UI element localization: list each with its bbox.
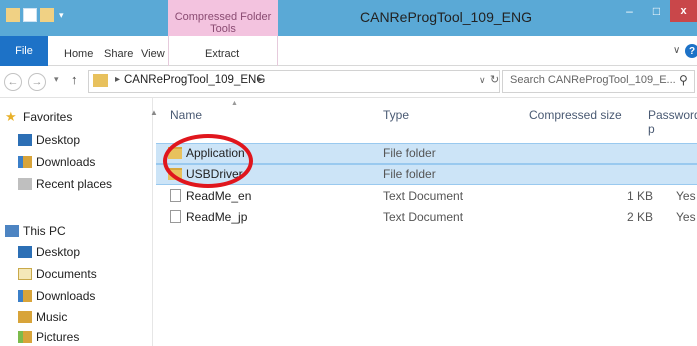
file-name[interactable]: ReadMe_jp [186, 210, 247, 224]
search-input[interactable]: Search CANReProgTool_109_E... [510, 74, 676, 86]
text-document-icon [170, 189, 181, 202]
tab-home[interactable]: Home [64, 48, 93, 60]
maximize-button[interactable]: □ [643, 0, 670, 22]
column-header-password[interactable]: Password p [648, 108, 697, 136]
recent-locations-icon[interactable]: ▾ [54, 74, 59, 85]
minimize-button[interactable]: – [616, 0, 643, 22]
sidebar-item-label: Documents [36, 267, 97, 281]
title-bar [0, 0, 697, 36]
file-password-flag: Yes [676, 210, 696, 224]
text-document-icon [170, 210, 181, 223]
desktop-icon [18, 134, 32, 146]
contextual-tab-group-label: Compressed Folder Tools [174, 11, 272, 35]
computer-icon [5, 225, 19, 237]
file-type: Text Document [383, 210, 464, 224]
scroll-up-icon[interactable]: ▲ [150, 108, 158, 117]
file-type: Text Document [383, 189, 464, 203]
breadcrumb-separator-icon[interactable]: ▸ [258, 74, 263, 85]
up-button[interactable]: ↑ [71, 72, 78, 87]
annotation-circle [163, 134, 253, 188]
downloads-icon [18, 156, 32, 168]
file-name[interactable]: ReadMe_en [186, 189, 251, 203]
tab-extract[interactable]: Extract [205, 48, 239, 60]
folder-icon [93, 74, 108, 87]
column-header-type[interactable]: Type [383, 108, 409, 122]
sidebar-item-label: Music [36, 310, 68, 324]
sidebar-item-pictures[interactable]: Pictures [18, 330, 79, 344]
column-header-name[interactable]: Name [170, 108, 202, 122]
sidebar-item-label: Favorites [23, 110, 73, 124]
file-type: File folder [383, 146, 436, 160]
tab-view[interactable]: View [141, 48, 165, 60]
sidebar-favorites[interactable]: ★ Favorites [5, 110, 72, 124]
file-size: 2 KB [626, 210, 653, 224]
sidebar-item-label: This PC [23, 224, 66, 238]
star-icon: ★ [5, 109, 17, 124]
expand-ribbon-icon[interactable]: ∨ [673, 45, 680, 56]
customize-toolbar-icon[interactable]: ▾ [59, 10, 64, 21]
downloads-icon [18, 290, 32, 302]
sidebar-item-desktop[interactable]: Desktop [18, 133, 80, 147]
sidebar-item-label: Downloads [36, 289, 96, 303]
sidebar-item-documents[interactable]: Documents [18, 267, 97, 281]
sidebar-item-downloads[interactable]: Downloads [18, 155, 95, 169]
documents-icon [18, 268, 32, 280]
sidebar-item-music[interactable]: Music [18, 310, 67, 324]
tab-file[interactable]: File [0, 36, 48, 66]
refresh-icon[interactable]: ↻ [490, 73, 499, 86]
sidebar-item-downloads[interactable]: Downloads [18, 289, 95, 303]
sidebar-item-label: Pictures [36, 330, 80, 344]
breadcrumb-current[interactable]: CANReProgTool_109_ENG [124, 74, 265, 86]
address-dropdown-icon[interactable]: ∨ [479, 75, 486, 86]
sidebar-item-desktop[interactable]: Desktop [18, 245, 80, 259]
folder-icon [6, 8, 20, 22]
close-button[interactable]: x [670, 0, 697, 22]
properties-icon[interactable] [23, 8, 37, 22]
window-title: CANReProgTool_109_ENG [360, 9, 532, 25]
file-password-flag: Yes [676, 189, 696, 203]
forward-button[interactable]: → [28, 73, 46, 91]
breadcrumb-separator-icon[interactable]: ▸ [115, 74, 120, 85]
file-type: File folder [383, 167, 436, 181]
quick-access-toolbar[interactable]: ▾ [6, 8, 64, 22]
sort-indicator-icon: ▲ [231, 100, 238, 107]
tab-share[interactable]: Share [104, 48, 133, 60]
column-header-compressed-size[interactable]: Compressed size [529, 108, 622, 122]
desktop-icon [18, 246, 32, 258]
sidebar-item-recent-places[interactable]: Recent places [18, 177, 112, 191]
sidebar-item-label: Downloads [36, 155, 96, 169]
recent-places-icon [18, 178, 32, 190]
sidebar-item-label: Desktop [36, 245, 81, 259]
sidebar-this-pc[interactable]: This PC [5, 224, 66, 238]
music-icon [18, 311, 32, 323]
sidebar-item-label: Recent places [36, 177, 113, 191]
back-button[interactable]: ← [4, 73, 22, 91]
pictures-icon [18, 331, 32, 343]
new-folder-icon[interactable] [40, 8, 54, 22]
file-size: 1 KB [626, 189, 653, 203]
sidebar-item-label: Desktop [36, 133, 81, 147]
search-icon[interactable]: ⚲ [679, 73, 688, 87]
help-icon[interactable]: ? [685, 44, 697, 58]
